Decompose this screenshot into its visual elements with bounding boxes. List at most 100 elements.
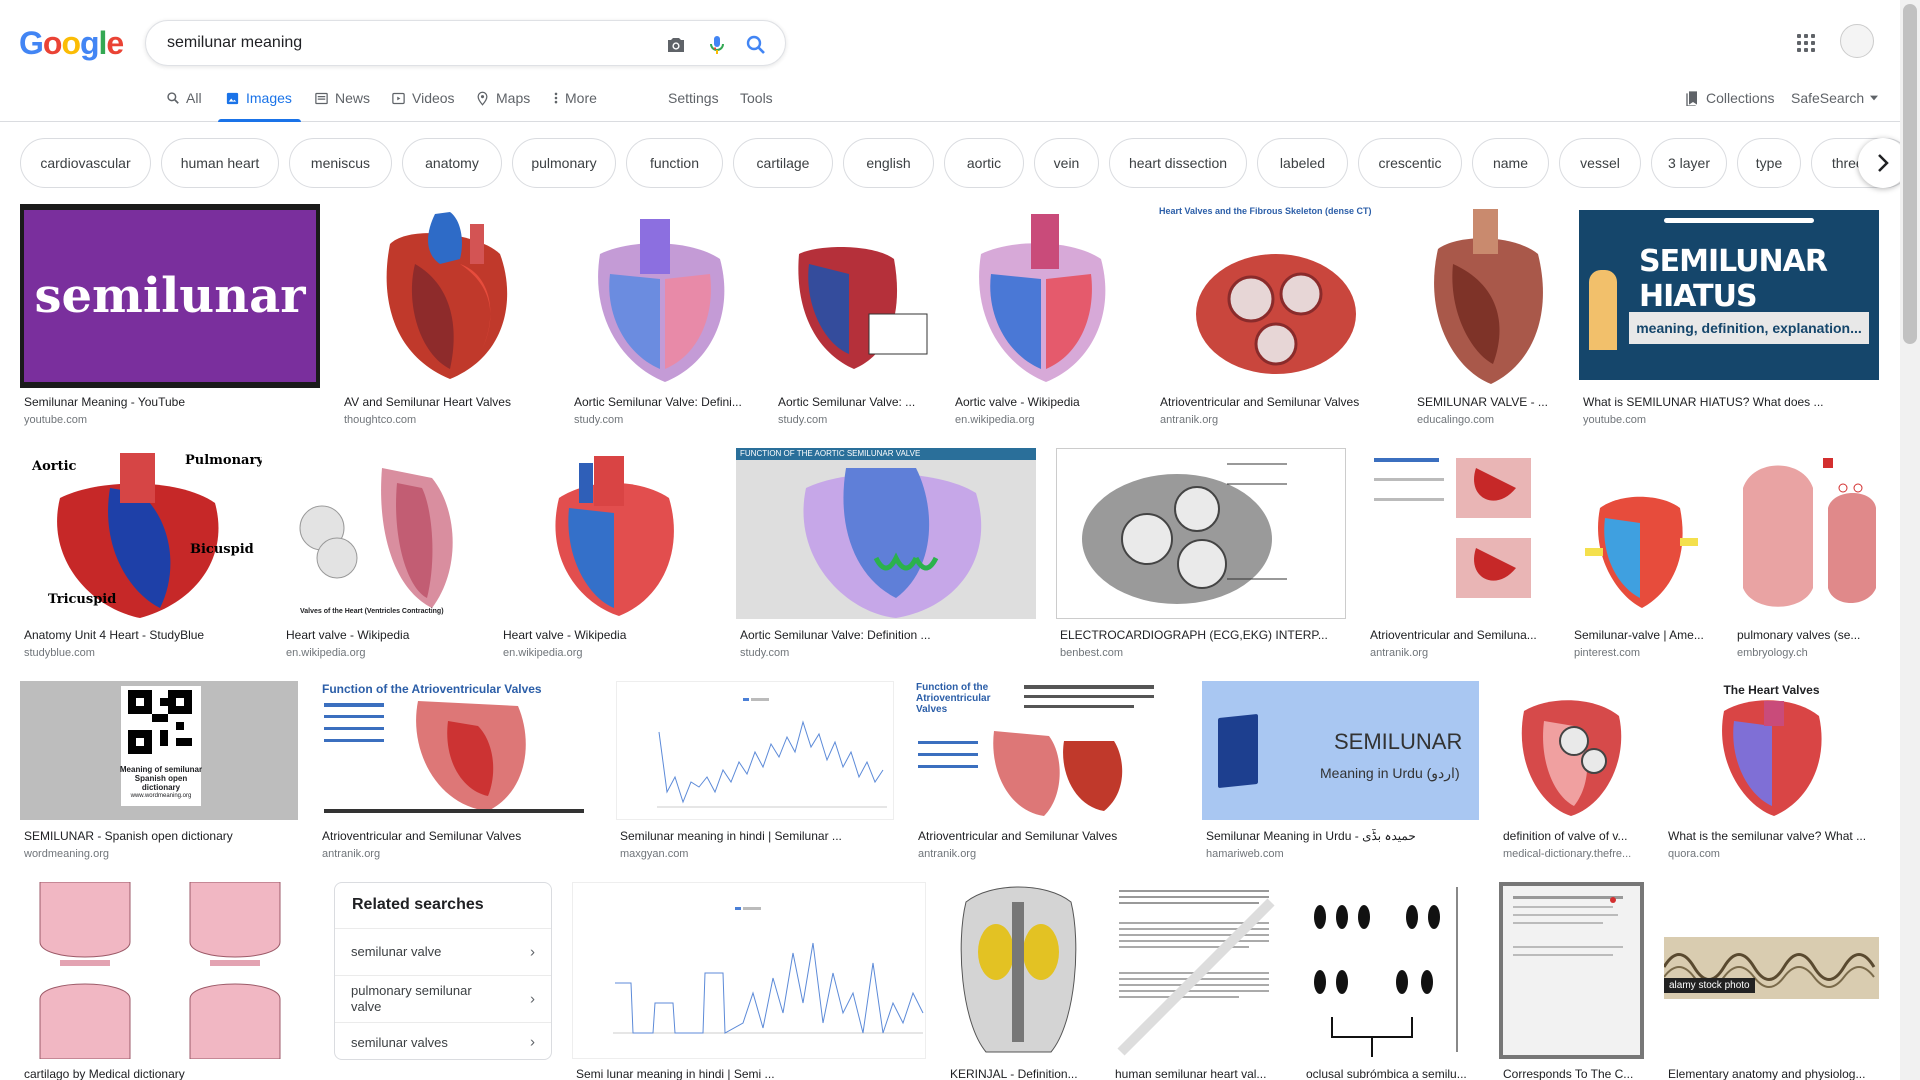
image-result[interactable]: Aortic Pulmonary Bicuspid Tricuspid Anat… <box>20 448 262 668</box>
microphone-icon[interactable] <box>705 33 729 57</box>
settings-link[interactable]: Settings <box>668 90 719 106</box>
chip[interactable]: vessel <box>1559 138 1641 188</box>
image-result[interactable]: SEMILUNAR Meaning in Urdu (اردو) Semilun… <box>1202 681 1479 867</box>
image-result[interactable]: ELECTROCARDIOGRAPH (ECG,EKG) INTERP... b… <box>1056 448 1346 668</box>
result-title: Heart valve - Wikipedia <box>503 628 627 642</box>
search-box[interactable]: semilunar meaning <box>145 20 786 66</box>
valve-diagram <box>1196 254 1356 374</box>
result-title: Semilunar Meaning - YouTube <box>24 395 185 409</box>
tab-videos[interactable]: Videos <box>391 90 455 106</box>
chip[interactable]: 3 layer <box>1651 138 1727 188</box>
tab-label: All <box>186 90 202 106</box>
image-result[interactable]: Valves of the Heart (Ventricles Contract… <box>282 448 479 668</box>
apps-grid-icon[interactable] <box>1797 34 1815 52</box>
safesearch-dropdown[interactable]: SafeSearch <box>1791 90 1879 106</box>
result-title: What is SEMILUNAR HIATUS? What does ... <box>1583 395 1824 409</box>
account-avatar[interactable] <box>1840 24 1874 58</box>
chip[interactable]: cartilage <box>733 138 833 188</box>
image-result[interactable]: alamy stock photo Elementary anatomy and… <box>1664 882 1879 1080</box>
google-logo[interactable]: Google <box>19 25 124 62</box>
result-thumbnail: Aortic Pulmonary Bicuspid Tricuspid <box>20 448 262 619</box>
chip[interactable]: pulmonary <box>512 138 616 188</box>
tree-diagram <box>1314 887 1458 1057</box>
related-searches-title: Related searches <box>352 896 484 913</box>
tab-label: Images <box>246 90 292 106</box>
chip[interactable]: labeled <box>1257 138 1348 188</box>
tools-link[interactable]: Tools <box>740 90 773 106</box>
result-title: oclusal subrómbica a semilu... <box>1306 1067 1467 1080</box>
result-source: study.com <box>740 647 790 659</box>
result-source: thoughtco.com <box>344 414 417 426</box>
thumbnail-text: The Heart Valves <box>1723 683 1820 697</box>
collections-link[interactable]: Collections <box>1686 90 1774 106</box>
chip[interactable]: function <box>626 138 723 188</box>
result-title: SEMILUNAR - Spanish open dictionary <box>24 829 233 843</box>
chip[interactable]: english <box>843 138 934 188</box>
chip[interactable]: heart dissection <box>1109 138 1247 188</box>
result-source: youtube.com <box>1583 414 1646 426</box>
chip[interactable]: meniscus <box>289 138 392 188</box>
image-result[interactable]: FUNCTION OF THE AORTIC SEMILUNAR VALVE A… <box>736 448 1036 668</box>
image-result[interactable]: Aortic valve - Wikipedia en.wikipedia.or… <box>951 204 1136 434</box>
image-result[interactable]: KERINJAL - Definition... <box>946 882 1091 1080</box>
image-result[interactable]: Atrioventricular and Semiluna... antrani… <box>1366 448 1549 668</box>
image-result[interactable]: definition of valve of v... medical-dict… <box>1499 681 1644 867</box>
image-result[interactable]: human semilunar heart val... <box>1111 882 1282 1080</box>
result-title: Semilunar-valve | Ame... <box>1574 628 1704 642</box>
result-thumbnail <box>946 882 1091 1059</box>
image-result[interactable]: SEMILUNAR VALVE - ... educalingo.com <box>1413 204 1559 434</box>
image-result[interactable]: Aortic Semilunar Valve: Defini... study.… <box>570 204 755 434</box>
heart-diagram <box>555 456 674 616</box>
chip[interactable]: name <box>1472 138 1549 188</box>
image-result[interactable]: cartilago by Medical dictionary <box>20 882 314 1080</box>
result-thumbnail <box>1570 448 1713 619</box>
image-result[interactable]: Semi lunar meaning in hindi | Semi ... <box>572 882 926 1080</box>
image-result[interactable]: The Heart Valves What is the semilunar v… <box>1664 681 1879 867</box>
chip[interactable]: anatomy <box>402 138 502 188</box>
related-search-item[interactable]: semilunar valves › <box>335 1022 551 1060</box>
chip[interactable]: type <box>1737 138 1801 188</box>
heart-diagram <box>1585 496 1698 608</box>
chip[interactable]: vein <box>1034 138 1099 188</box>
map-icon <box>477 91 488 106</box>
image-result[interactable]: Semilunar-valve | Ame... pinterest.com <box>1570 448 1713 668</box>
tab-all[interactable]: All <box>166 90 202 106</box>
image-result[interactable]: Semilunar meaning in hindi | Semilunar .… <box>616 681 894 867</box>
image-result[interactable]: Meaning of semilunar Spanish open dictio… <box>20 681 298 867</box>
image-result[interactable]: Corresponds To The C... <box>1499 882 1644 1080</box>
tab-maps[interactable]: Maps <box>475 90 530 106</box>
chip[interactable]: human heart <box>161 138 279 188</box>
tab-more[interactable]: More <box>553 90 597 106</box>
heart-diagram <box>979 214 1106 382</box>
result-title: definition of valve of v... <box>1503 829 1628 843</box>
search-icon[interactable] <box>744 33 768 57</box>
result-title: Aortic Semilunar Valve: ... <box>778 395 916 409</box>
scrollbar-thumb[interactable] <box>1903 4 1917 344</box>
image-result[interactable]: SEMILUNAR HIATUS meaning, definition, ex… <box>1579 204 1879 434</box>
image-result[interactable]: semilunar Semilunar Meaning - YouTube yo… <box>20 204 320 434</box>
tab-images[interactable]: Images <box>225 90 292 106</box>
related-search-item[interactable]: semilunar valve › <box>335 928 551 975</box>
tab-label: Tools <box>740 90 773 106</box>
image-result[interactable]: pulmonary valves (se... embryology.ch <box>1733 448 1879 668</box>
camera-icon[interactable] <box>664 33 688 57</box>
image-result[interactable]: Function of the Atrioventricular Valves … <box>914 681 1182 867</box>
chip[interactable]: cardiovascular <box>20 138 151 188</box>
search-input[interactable]: semilunar meaning <box>167 34 302 52</box>
image-result[interactable]: Aortic Semilunar Valve: ... study.com <box>774 204 932 434</box>
image-result[interactable]: AV and Semilunar Heart Valves thoughtco.… <box>340 204 551 434</box>
image-result[interactable]: Heart valve - Wikipedia en.wikipedia.org <box>499 448 716 668</box>
logo-letter: g <box>79 25 100 61</box>
chip[interactable]: aortic <box>944 138 1024 188</box>
related-search-item[interactable]: pulmonary semilunar valve › <box>335 975 551 1022</box>
chip[interactable]: crescentic <box>1358 138 1462 188</box>
tab-news[interactable]: News <box>314 90 370 106</box>
image-result[interactable]: Function of the Atrioventricular Valves … <box>318 681 596 867</box>
image-result[interactable]: Heart Valves and the Fibrous Skeleton (d… <box>1156 204 1393 434</box>
document-photo <box>1513 896 1623 956</box>
tab-label: News <box>335 90 371 106</box>
result-source: study.com <box>778 414 828 426</box>
thumbnail-watermark: alamy stock photo <box>1664 978 1755 993</box>
image-result[interactable]: oclusal subrómbica a semilu... <box>1302 882 1479 1080</box>
result-source: maxgyan.com <box>620 848 689 860</box>
